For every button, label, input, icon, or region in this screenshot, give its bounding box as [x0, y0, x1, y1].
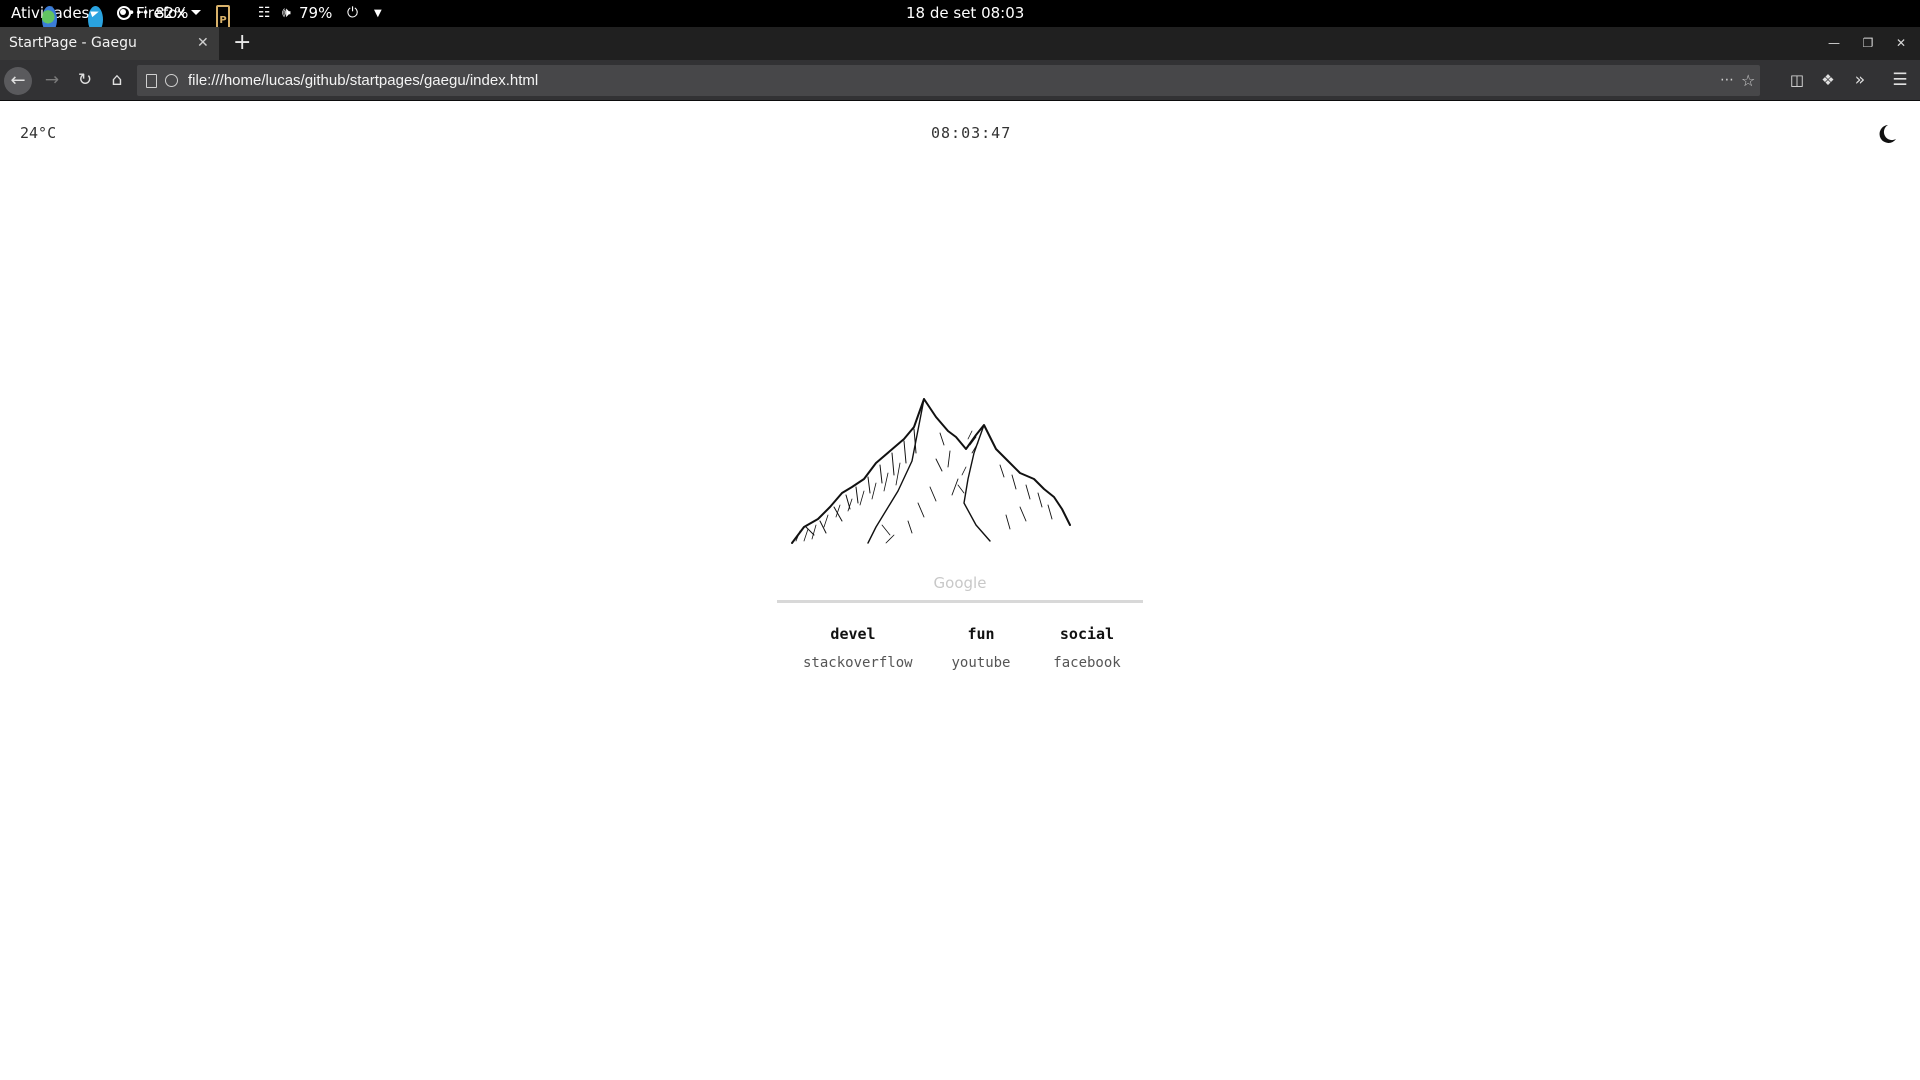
more-indicators-icon[interactable]: ••• — [128, 0, 149, 27]
battery-percentage-a: 82% — [155, 4, 189, 22]
url-bar[interactable]: file:///home/lucas/github/startpages/gae… — [137, 65, 1760, 96]
reload-button[interactable]: ↻ — [70, 60, 100, 101]
new-tab-button[interactable]: + — [233, 27, 251, 58]
gnome-top-bar: Atividades Firefox 18 de set 08:03 ••• 8… — [0, 0, 1920, 33]
bookmark-column-devel: devel stackoverflow — [803, 625, 913, 671]
link-youtube[interactable]: youtube — [941, 655, 1021, 671]
bookmark-column-fun: fun youtube — [941, 625, 1021, 671]
maximize-window-button[interactable]: ❐ — [1858, 27, 1878, 60]
back-button[interactable]: ← — [4, 67, 32, 95]
battery-percentage-b: 79% — [299, 4, 333, 22]
power-icon[interactable]: ⏻ — [347, 0, 358, 27]
startpage: 24°C 08:03:47 devel stackoverflow fun yo… — [0, 101, 1920, 1080]
link-stackoverflow[interactable]: stackoverflow — [803, 655, 913, 671]
bookmark-column-social: social facebook — [1047, 625, 1127, 671]
search-input[interactable] — [777, 566, 1143, 603]
site-info-icon[interactable] — [165, 74, 178, 87]
extension-icon[interactable]: ❖ — [1813, 60, 1843, 101]
home-button[interactable]: ⌂ — [102, 60, 132, 101]
page-actions-icon[interactable]: ⋯ — [1720, 65, 1734, 96]
column-heading: devel — [830, 625, 876, 643]
moon-icon[interactable] — [1876, 123, 1898, 145]
volume-icon[interactable]: 🕪 — [282, 0, 291, 27]
navigation-toolbar: ← → ↻ ⌂ file:///home/lucas/github/startp… — [0, 60, 1920, 101]
network-icon[interactable]: ☷ — [258, 0, 271, 27]
chevron-down-icon — [190, 10, 201, 15]
temperature: 24°C — [20, 124, 57, 142]
column-heading: fun — [967, 625, 995, 643]
bookmark-star-icon[interactable]: ☆ — [1741, 65, 1755, 96]
sidebar-icon[interactable]: ◫ — [1782, 60, 1812, 101]
tab-strip: StartPage - Gaegu ✕ + — ❐ ✕ — [0, 27, 1920, 60]
page-icon — [146, 74, 157, 88]
close-window-button[interactable]: ✕ — [1891, 27, 1911, 60]
tab-title: StartPage - Gaegu — [9, 35, 137, 51]
forward-button[interactable]: → — [37, 60, 67, 101]
close-tab-icon[interactable]: ✕ — [197, 27, 209, 60]
date-time-clock[interactable]: 18 de set 08:03 — [906, 0, 1024, 27]
hamburger-menu-icon[interactable]: ☰ — [1885, 60, 1915, 101]
chevron-down-icon[interactable]: ▼ — [374, 0, 382, 27]
url-text[interactable]: file:///home/lucas/github/startpages/gae… — [188, 65, 538, 96]
link-facebook[interactable]: facebook — [1047, 655, 1127, 671]
overflow-menu-icon[interactable]: » — [1845, 60, 1875, 101]
column-heading: social — [1059, 625, 1115, 643]
mountain-illustration — [791, 398, 1071, 544]
browser-tab-active[interactable]: StartPage - Gaegu — [0, 27, 219, 60]
minimize-window-button[interactable]: — — [1824, 27, 1844, 60]
clock-time: 08:03:47 — [931, 124, 1012, 142]
